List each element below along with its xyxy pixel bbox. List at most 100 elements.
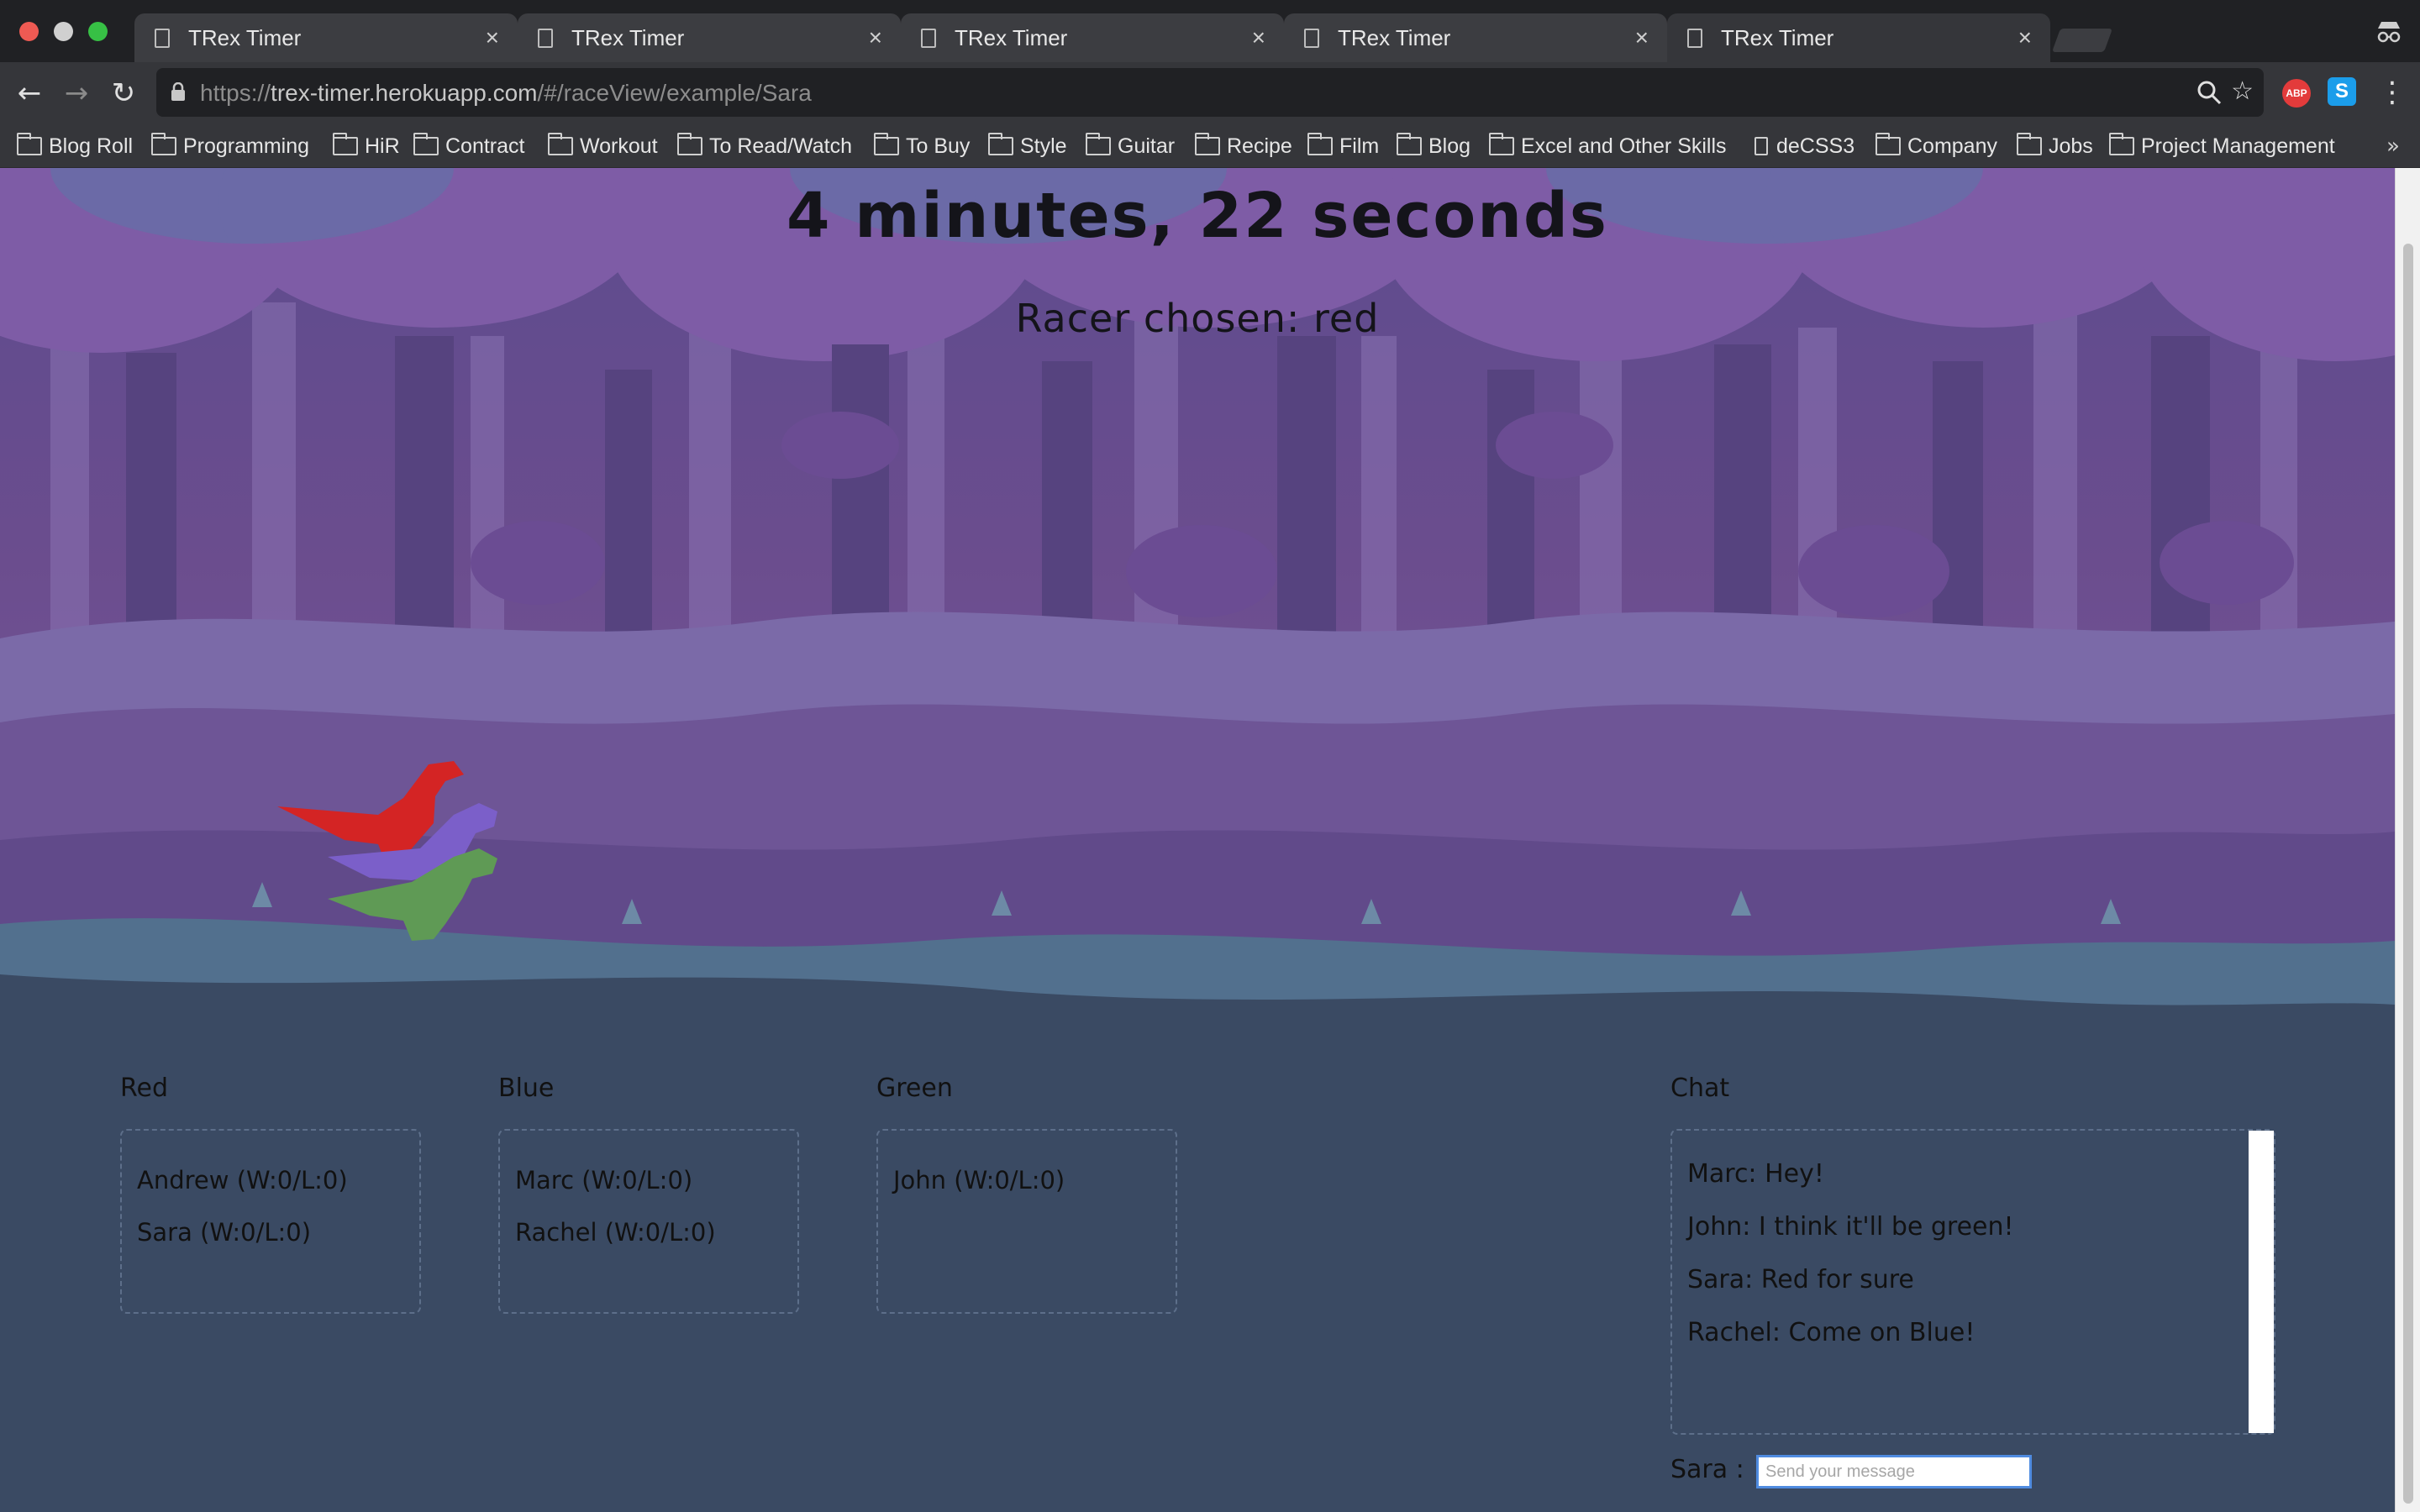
bookmark-label: Excel and Other Skills	[1521, 134, 1727, 158]
team-member: Andrew (W:0/L:0)	[137, 1166, 348, 1194]
folder-icon	[548, 133, 573, 155]
page-icon	[1687, 29, 1702, 48]
back-arrow-icon[interactable]: ←	[13, 77, 45, 109]
adblock-icon[interactable]: ABP	[2282, 79, 2311, 108]
tab-title: TRex Timer	[188, 25, 302, 50]
bookmark-label: To Buy	[906, 134, 971, 158]
bookmark-folder[interactable]: Company	[1876, 129, 1997, 163]
tab-title: TRex Timer	[955, 25, 1068, 50]
close-icon[interactable]: ×	[869, 24, 882, 51]
reload-icon[interactable]: ↻	[108, 77, 139, 109]
page-icon	[538, 29, 553, 48]
team-member: John (W:0/L:0)	[893, 1166, 1065, 1194]
browser-tab-active[interactable]: TRex Timer ×	[1667, 13, 2050, 62]
team-list-red: Andrew (W:0/L:0) Sara (W:0/L:0)	[120, 1129, 421, 1314]
bookmark-star-icon[interactable]: ☆	[2231, 78, 2254, 105]
bookmark-folder[interactable]: Contract	[413, 129, 524, 163]
folder-icon	[1307, 133, 1333, 155]
chat-username-label: Sara :	[1670, 1455, 1744, 1484]
page-icon	[1754, 137, 1768, 155]
forward-arrow-icon[interactable]: →	[60, 77, 92, 109]
bookmark-label: HiR	[365, 134, 400, 158]
chat-scrollbar[interactable]	[2249, 1131, 2274, 1433]
page-viewport: 4 minutes, 22 seconds Racer chosen: red …	[0, 168, 2420, 1512]
folder-icon	[151, 133, 176, 155]
incognito-icon	[2377, 22, 2401, 43]
bookmark-folder[interactable]: Style	[988, 129, 1067, 163]
bookmark-folder[interactable]: Programming	[151, 129, 309, 163]
bookmark-folder[interactable]: Blog Roll	[17, 129, 133, 163]
close-icon[interactable]: ×	[1252, 24, 1265, 51]
page-icon	[155, 29, 170, 48]
dino-racers	[277, 761, 497, 941]
folder-icon	[413, 133, 439, 155]
browser-tab[interactable]: TRex Timer ×	[901, 13, 1284, 62]
race-timer: 4 minutes, 22 seconds	[786, 180, 1608, 252]
tab-title: TRex Timer	[571, 25, 685, 50]
team-title-blue: Blue	[498, 1074, 555, 1103]
page-icon	[1304, 29, 1319, 48]
bookmark-folder[interactable]: Guitar	[1086, 129, 1175, 163]
bookmark-label: Contract	[445, 134, 525, 158]
window-minimize-button[interactable]	[54, 22, 73, 41]
chat-message: Rachel: Come on Blue!	[1687, 1318, 1975, 1347]
bookmark-label: Blog Roll	[49, 134, 134, 158]
new-tab-button[interactable]	[2051, 29, 2113, 52]
folder-icon	[2017, 133, 2042, 155]
browser-menu-icon[interactable]: ⋮	[2378, 76, 2407, 109]
page-scrollbar[interactable]	[2395, 168, 2420, 1512]
skype-icon[interactable]: S	[2328, 77, 2356, 106]
chat-message-input[interactable]	[1756, 1455, 2032, 1488]
team-list-blue: Marc (W:0/L:0) Rachel (W:0/L:0)	[498, 1129, 799, 1314]
url-scheme: https://	[200, 80, 271, 106]
bookmark-page[interactable]: deCSS3	[1754, 129, 1854, 163]
chat-message: John: I think it'll be green!	[1687, 1212, 2014, 1242]
team-title-red: Red	[120, 1074, 168, 1103]
bookmark-folder[interactable]: HiR	[333, 129, 400, 163]
close-icon[interactable]: ×	[486, 24, 499, 51]
folder-icon	[1876, 133, 1901, 155]
bookmark-label: Blog	[1428, 134, 1471, 158]
bookmark-label: To Read/Watch	[709, 134, 852, 158]
bookmark-folder[interactable]: Jobs	[2017, 129, 2093, 163]
chat-messages[interactable]: Marc: Hey! John: I think it'll be green!…	[1670, 1129, 2275, 1435]
browser-tab[interactable]: TRex Timer ×	[1284, 13, 1667, 62]
address-bar[interactable]: https://trex-timer.herokuapp.com/#/raceV…	[156, 68, 2264, 117]
window-maximize-button[interactable]	[88, 22, 108, 41]
bookmark-label: Guitar	[1118, 134, 1176, 158]
bookmark-folder[interactable]: To Buy	[874, 129, 970, 163]
browser-tab[interactable]: TRex Timer ×	[134, 13, 518, 62]
bookmark-label: Jobs	[2049, 134, 2093, 158]
lock-icon	[171, 82, 185, 101]
window-close-button[interactable]	[19, 22, 39, 41]
zoom-icon[interactable]	[2196, 80, 2222, 105]
bookmark-folder[interactable]: Excel and Other Skills	[1489, 129, 1727, 163]
bookmark-folder[interactable]: Recipe	[1195, 129, 1292, 163]
tab-title: TRex Timer	[1721, 25, 1834, 50]
close-icon[interactable]: ×	[2018, 24, 2032, 51]
bookmark-folder[interactable]: To Read/Watch	[677, 129, 852, 163]
folder-icon	[677, 133, 702, 155]
bookmark-folder[interactable]: Film	[1307, 129, 1379, 163]
folder-icon	[1195, 133, 1220, 155]
folder-icon	[1397, 133, 1422, 155]
bookmarks-overflow-icon[interactable]: »	[2386, 129, 2400, 163]
bookmark-folder[interactable]: Workout	[548, 129, 658, 163]
team-member: Sara (W:0/L:0)	[137, 1218, 312, 1247]
team-member: Marc (W:0/L:0)	[515, 1166, 693, 1194]
bookmark-folder[interactable]: Project Management	[2109, 129, 2335, 163]
tab-title: TRex Timer	[1338, 25, 1451, 50]
folder-icon	[1086, 133, 1111, 155]
folder-icon	[874, 133, 899, 155]
racer-chosen-label: Racer chosen: red	[1015, 296, 1380, 341]
browser-toolbar: ← → ↻ https://trex-timer.herokuapp.com/#…	[0, 62, 2420, 124]
page-icon	[921, 29, 936, 48]
page-scroll-thumb[interactable]	[2403, 244, 2413, 1504]
bookmark-label: Film	[1339, 134, 1380, 158]
chat-message: Marc: Hey!	[1687, 1159, 1824, 1189]
bookmark-folder[interactable]: Blog	[1397, 129, 1470, 163]
browser-tab[interactable]: TRex Timer ×	[518, 13, 901, 62]
folder-icon	[2109, 133, 2134, 155]
close-icon[interactable]: ×	[1635, 24, 1649, 51]
folder-icon	[333, 133, 358, 155]
